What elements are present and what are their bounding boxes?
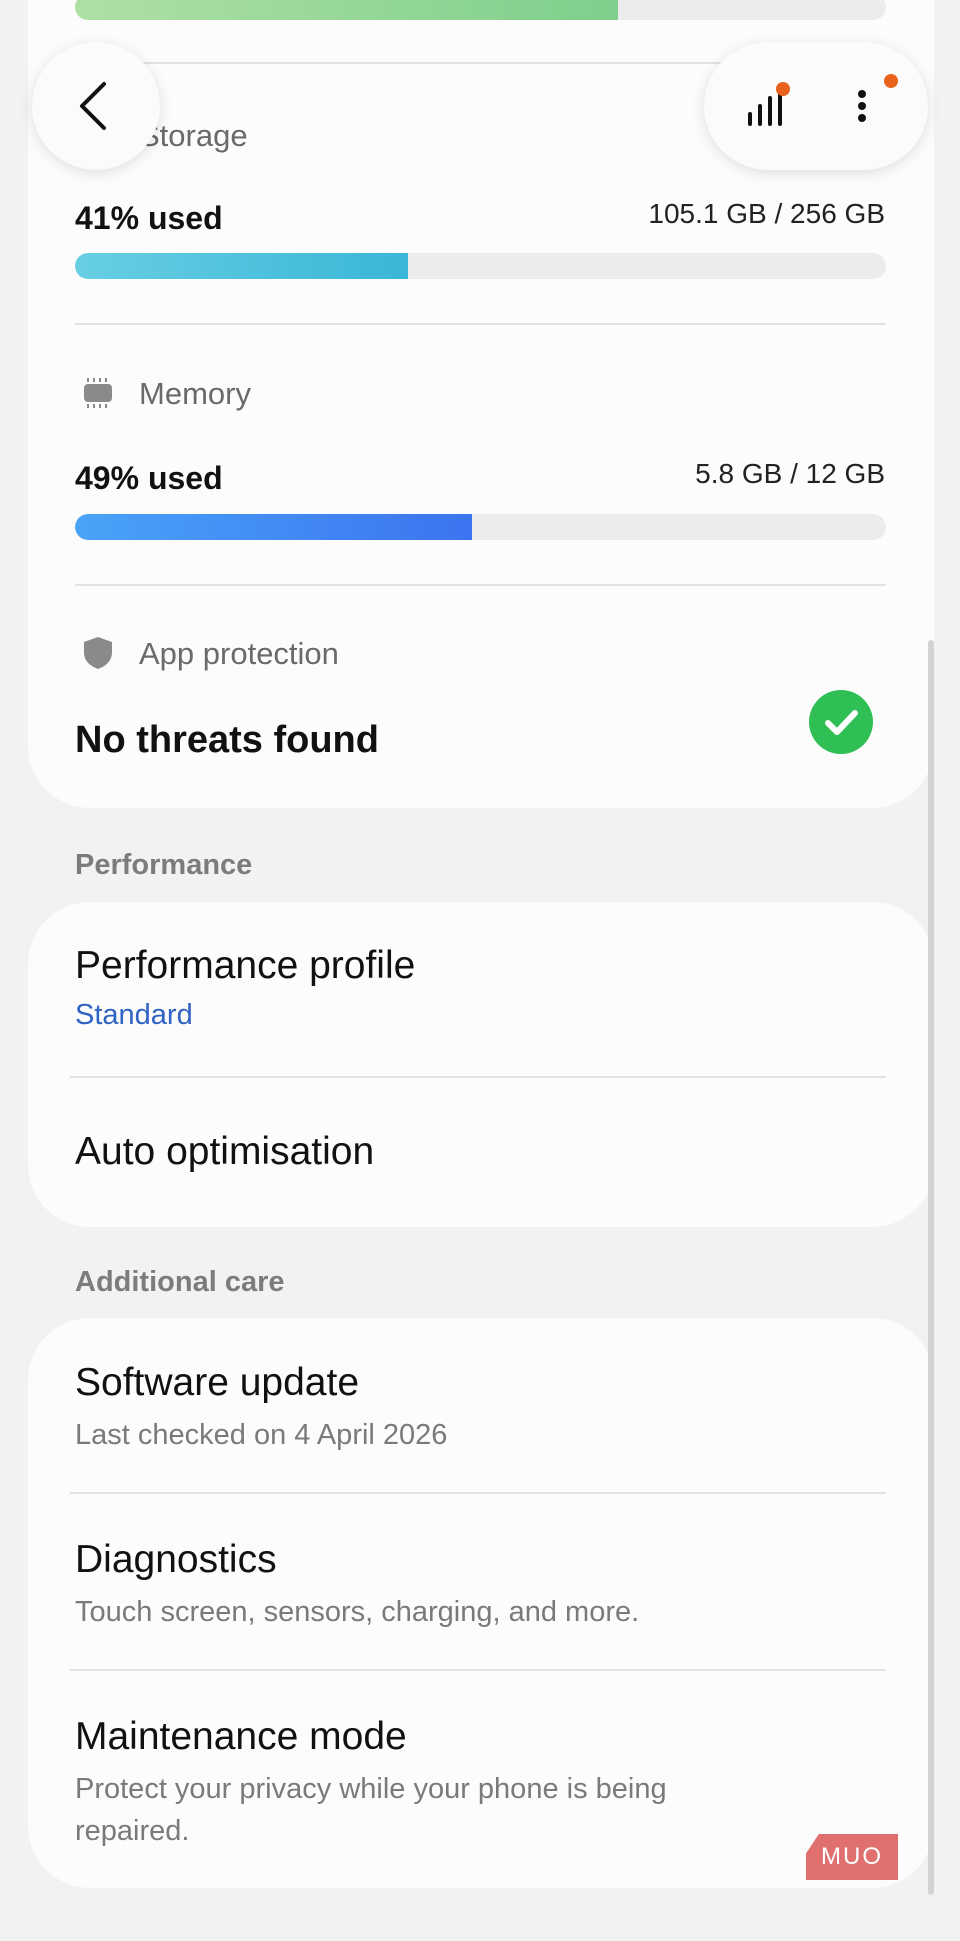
previous-progress-fill	[75, 0, 619, 20]
auto-optimisation-title: Auto optimisation	[75, 1130, 375, 1173]
storage-used-text: 41% used	[75, 200, 223, 236]
previous-progress-bar	[75, 0, 886, 20]
stats-button[interactable]	[736, 74, 800, 138]
protection-status: No threats found	[75, 719, 379, 761]
notification-dot	[884, 74, 898, 88]
diagnostics-item[interactable]	[28, 1494, 934, 1670]
additional-care-section-title: Additional care	[75, 1266, 285, 1298]
storage-amount: 105.1 GB / 256 GB	[648, 198, 885, 229]
performance-profile-item[interactable]	[28, 902, 934, 1077]
memory-chip-icon	[84, 378, 112, 408]
software-update-subtitle: Last checked on 4 April 2026	[75, 1419, 448, 1451]
memory-label: Memory	[139, 376, 251, 411]
maintenance-mode-title: Maintenance mode	[75, 1715, 407, 1758]
memory-progress-fill	[75, 514, 473, 540]
check-circle-icon	[809, 690, 873, 754]
toolbar-actions	[704, 42, 928, 170]
software-update-title: Software update	[75, 1361, 360, 1404]
back-button[interactable]	[32, 42, 160, 170]
bar-chart-icon	[748, 90, 782, 126]
software-update-item[interactable]	[28, 1318, 934, 1493]
maintenance-mode-subtitle: Protect your privacy while your phone is…	[75, 1773, 667, 1847]
diagnostics-title: Diagnostics	[75, 1538, 277, 1581]
notification-dot	[776, 82, 790, 96]
shield-icon	[84, 637, 112, 669]
memory-progress-bar	[75, 514, 886, 540]
chevron-left-icon	[80, 82, 106, 130]
memory-amount: 5.8 GB / 12 GB	[695, 458, 885, 489]
more-options-button[interactable]	[844, 74, 900, 138]
performance-section-title: Performance	[75, 849, 253, 881]
scrollbar[interactable]	[928, 640, 934, 1895]
performance-profile-value: Standard	[75, 999, 193, 1031]
divider	[75, 584, 886, 586]
divider	[75, 323, 886, 325]
app-protection-label: App protection	[139, 636, 339, 671]
storage-progress-bar	[75, 253, 886, 279]
muo-watermark: MUO	[806, 1834, 898, 1880]
memory-used-text: 49% used	[75, 460, 223, 496]
storage-progress-fill	[75, 253, 408, 279]
performance-profile-title: Performance profile	[75, 944, 416, 987]
diagnostics-subtitle: Touch screen, sensors, charging, and mor…	[75, 1596, 640, 1628]
